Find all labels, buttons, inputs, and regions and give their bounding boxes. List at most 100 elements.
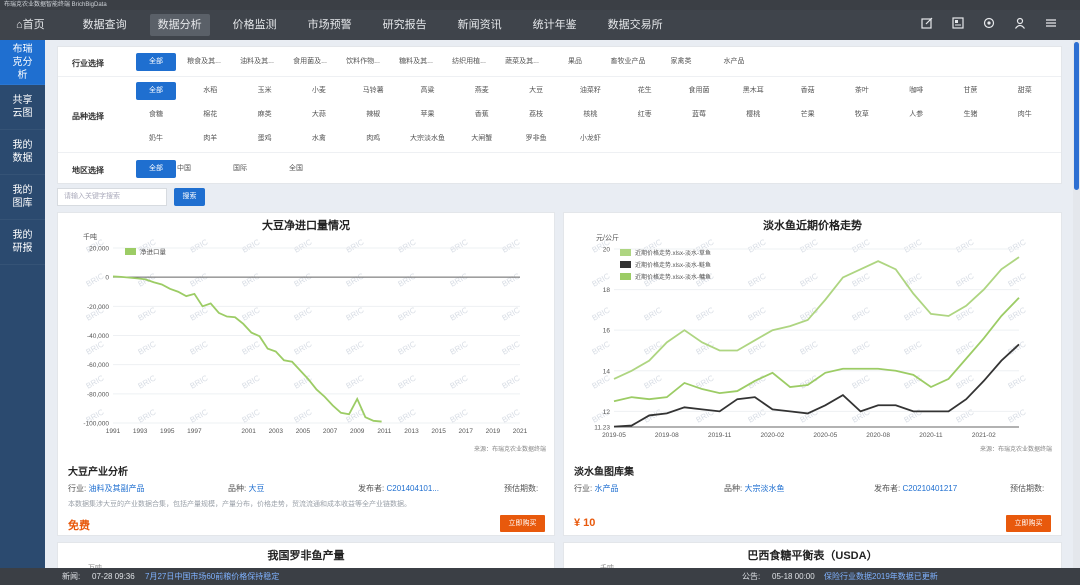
region-option[interactable]: 全国 <box>268 160 324 178</box>
variety-option[interactable]: 马铃薯 <box>345 82 401 100</box>
variety-option[interactable]: 肉鸡 <box>345 130 401 148</box>
tilapia-card[interactable]: 我国罗非鱼产量 万吨 <box>57 542 555 568</box>
scrollbar[interactable] <box>1073 40 1080 568</box>
sidebar: 布瑞克分析 共享云图 我的数据 我的图库 我的研报 <box>0 40 45 568</box>
variety-option[interactable]: 甘蔗 <box>943 82 999 100</box>
card-variety: 品种: 大豆 <box>228 483 264 494</box>
notice-link[interactable]: 保险行业数据2019年数据已更新 <box>824 568 938 585</box>
industry-option[interactable]: 粮食及其... <box>176 53 232 71</box>
variety-option[interactable]: 苹果 <box>400 106 456 124</box>
variety-option[interactable]: 奶牛 <box>128 130 184 148</box>
scrollbar-thumb[interactable] <box>1074 42 1079 190</box>
watermark: BRIC <box>137 305 158 322</box>
user-icon[interactable] <box>1013 16 1027 30</box>
industry-option[interactable]: 水产品 <box>706 53 762 71</box>
variety-option[interactable]: 大蒜 <box>291 106 347 124</box>
sidebar-item-shared-cloud[interactable]: 共享云图 <box>0 85 45 130</box>
industry-option[interactable]: 全部 <box>136 53 176 71</box>
variety-option[interactable]: 辣椒 <box>345 106 401 124</box>
sidebar-item-my-data[interactable]: 我的数据 <box>0 130 45 175</box>
variety-option[interactable]: 肉羊 <box>182 130 238 148</box>
industry-option[interactable]: 畜牧业产品 <box>600 53 656 71</box>
variety-option[interactable]: 黑木耳 <box>725 82 781 100</box>
variety-option[interactable]: 牧草 <box>834 106 890 124</box>
nav-news[interactable]: 新闻资讯 <box>450 14 510 36</box>
variety-option[interactable]: 人参 <box>888 106 944 124</box>
buy-now-button[interactable]: 立即购买 <box>1006 515 1051 532</box>
sidebar-item-brick-analysis[interactable]: 布瑞克分析 <box>0 40 45 85</box>
news-link[interactable]: 7月27日中国市场60前粮价格保持稳定 <box>145 568 279 585</box>
variety-option[interactable]: 荔枝 <box>508 106 564 124</box>
nav-research-report[interactable]: 研究报告 <box>375 14 435 36</box>
edit-icon[interactable] <box>920 16 934 30</box>
variety-option[interactable]: 蛋鸡 <box>237 130 293 148</box>
variety-option[interactable]: 小麦 <box>291 82 347 100</box>
menu-icon[interactable] <box>1044 16 1058 30</box>
variety-option[interactable]: 罗非鱼 <box>508 130 564 148</box>
variety-option[interactable]: 茶叶 <box>834 82 890 100</box>
industry-option[interactable]: 糖料及其... <box>388 53 444 71</box>
variety-value[interactable]: 大宗淡水鱼 <box>744 484 784 493</box>
nav-home[interactable]: ⌂首页 <box>8 14 53 36</box>
region-option[interactable]: 国际 <box>212 160 268 178</box>
freshwater-fish-card[interactable]: 淡水鱼近期价格走势 BRIC BRIC BRIC BRIC BRIC BRIC BRIC BR… <box>563 212 1062 536</box>
variety-option[interactable]: 水稻 <box>182 82 238 100</box>
variety-option[interactable]: 大豆 <box>508 82 564 100</box>
publisher-value[interactable]: C20210401217 <box>902 484 957 493</box>
variety-option[interactable]: 芒果 <box>780 106 836 124</box>
variety-option[interactable]: 咖啡 <box>888 82 944 100</box>
soybean-card[interactable]: 大豆净进口量情况 BRIC BRIC BRIC BRIC BRIC BRIC BRIC BRI… <box>57 212 555 536</box>
industry-option[interactable]: 蔬菜及其... <box>494 53 550 71</box>
variety-option[interactable]: 食糖 <box>128 106 184 124</box>
variety-option[interactable]: 全部 <box>136 82 176 100</box>
nav-market-alert[interactable]: 市场预警 <box>300 14 360 36</box>
variety-option[interactable]: 食用菌 <box>671 82 727 100</box>
variety-option[interactable]: 香菇 <box>780 82 836 100</box>
variety-option[interactable]: 高粱 <box>400 82 456 100</box>
nav-yearbook[interactable]: 统计年鉴 <box>525 14 585 36</box>
nav-data-query[interactable]: 数据查询 <box>75 14 135 36</box>
settings-icon[interactable] <box>982 16 996 30</box>
variety-option[interactable]: 樱桃 <box>725 106 781 124</box>
watermark: BRIC <box>241 237 262 254</box>
industry-option[interactable]: 果品 <box>547 53 603 71</box>
nav-data-exchange[interactable]: 数据交易所 <box>600 14 671 36</box>
nav-data-analysis[interactable]: 数据分析 <box>149 14 210 36</box>
search-button[interactable]: 搜索 <box>174 188 205 206</box>
variety-option[interactable]: 蓝莓 <box>671 106 727 124</box>
brazil-sugar-card[interactable]: 巴西食糖平衡表（USDA） 千吨 <box>563 542 1062 568</box>
variety-option[interactable]: 燕麦 <box>454 82 510 100</box>
search-input[interactable]: 请输入关键字搜索 <box>57 188 167 206</box>
variety-option[interactable]: 生猪 <box>943 106 999 124</box>
industry-option[interactable]: 纺织用植... <box>441 53 497 71</box>
industry-option[interactable]: 家禽类 <box>653 53 709 71</box>
variety-option[interactable]: 大闸蟹 <box>454 130 510 148</box>
variety-option[interactable]: 核桃 <box>562 106 618 124</box>
variety-option[interactable]: 水禽 <box>291 130 347 148</box>
industry-option[interactable]: 食用菌及... <box>282 53 338 71</box>
industry-value[interactable]: 油料及其副产品 <box>88 484 144 493</box>
variety-option[interactable]: 麻类 <box>237 106 293 124</box>
watermark: BRIC <box>137 407 158 424</box>
variety-option[interactable]: 花生 <box>617 82 673 100</box>
nav-price-monitor[interactable]: 价格监测 <box>225 14 285 36</box>
variety-option[interactable]: 油菜籽 <box>562 82 618 100</box>
variety-option[interactable]: 红枣 <box>617 106 673 124</box>
panel-icon[interactable] <box>951 16 965 30</box>
buy-now-button[interactable]: 立即购买 <box>500 515 545 532</box>
variety-option[interactable]: 玉米 <box>237 82 293 100</box>
industry-value[interactable]: 水产品 <box>594 484 618 493</box>
variety-option[interactable]: 香蕉 <box>454 106 510 124</box>
sidebar-item-my-reports[interactable]: 我的研报 <box>0 220 45 265</box>
industry-option[interactable]: 饮料作物... <box>335 53 391 71</box>
variety-option[interactable]: 甜菜 <box>997 82 1053 100</box>
variety-option[interactable]: 大宗淡水鱼 <box>400 130 456 148</box>
variety-value[interactable]: 大豆 <box>248 484 264 493</box>
variety-option[interactable]: 肉牛 <box>997 106 1053 124</box>
variety-option[interactable]: 棉花 <box>182 106 238 124</box>
region-option[interactable]: 中国 <box>156 160 212 178</box>
publisher-value[interactable]: C201404101... <box>386 484 439 493</box>
industry-option[interactable]: 油料及其... <box>229 53 285 71</box>
sidebar-item-my-gallery[interactable]: 我的图库 <box>0 175 45 220</box>
variety-option[interactable]: 小龙虾 <box>562 130 618 148</box>
